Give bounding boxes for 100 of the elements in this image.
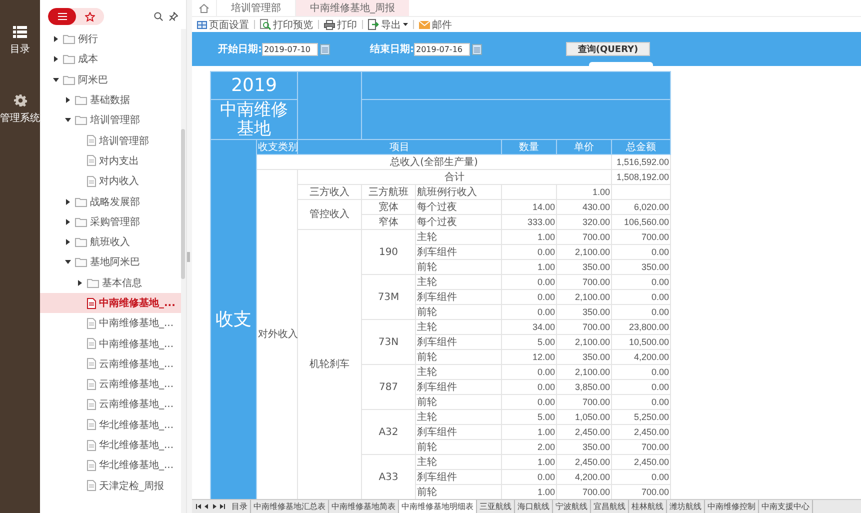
sheet-tab[interactable]: 中南维修基地汇总表	[251, 500, 329, 513]
column-header: 单价	[556, 140, 612, 154]
table-cell: 4,200.00	[612, 350, 671, 364]
table-cell: 350.00	[556, 260, 612, 274]
table-cell: 2,100.00	[556, 364, 612, 380]
collapse-handle[interactable]	[589, 62, 653, 66]
tree-file-item[interactable]: 中南维修基地_...	[40, 333, 181, 354]
table-cell: 700.00	[556, 274, 612, 290]
table-cell: 0.00	[612, 364, 671, 380]
table-cell: 0.00	[502, 394, 556, 410]
sheet-tab[interactable]: 中南维修基地简表	[329, 500, 399, 513]
splitter-grip[interactable]	[187, 252, 190, 262]
table-cell: 1.00	[502, 454, 556, 470]
document-icon	[87, 338, 96, 350]
tree-folder-item[interactable]: 采购管理部	[40, 212, 181, 232]
table-cell: 2,450.00	[612, 454, 671, 470]
sheet-tab[interactable]: 中南维修控制	[705, 500, 759, 513]
caret-down-icon	[65, 259, 71, 266]
tree-file-item[interactable]: 华北维修基地_...	[40, 414, 181, 435]
tree-file-item[interactable]: 培训管理部	[40, 130, 181, 151]
search-icon[interactable]	[154, 12, 163, 21]
caret-down-icon	[53, 76, 59, 83]
tree-file-item[interactable]: 对内支出	[40, 150, 181, 172]
tree-file-item[interactable]: 云南维修基地_...	[40, 354, 181, 374]
table-cell: 0.00	[612, 290, 671, 304]
sheet-tab[interactable]: 海口航线	[515, 500, 553, 513]
table-cell: 0.00	[502, 470, 556, 484]
sheet-tab[interactable]: 宁波航线	[553, 500, 591, 513]
caret-right-icon	[77, 280, 83, 286]
rail-item[interactable]: 目录	[10, 26, 30, 56]
tree-file-item[interactable]: 华北维修基地_...	[40, 455, 181, 476]
table-cell: 2,450.00	[612, 424, 671, 440]
table-cell: 106,560.00	[612, 214, 671, 230]
sheet-tab[interactable]: 潍坊航线	[667, 500, 705, 513]
tree-folder-item[interactable]: 阿米巴	[40, 70, 181, 90]
sheet-tab[interactable]: 中南维修基地明细表	[399, 500, 477, 513]
table-cell: 前轮	[416, 440, 502, 454]
tree-folder-item[interactable]: 战略发展部	[40, 191, 181, 212]
table-cell: 5.00	[502, 410, 556, 424]
tree-file-item[interactable]: 天津定检_周报	[40, 476, 181, 496]
document-icon	[87, 358, 96, 370]
toolbar-button[interactable]: 导出	[365, 18, 411, 32]
document-icon	[87, 398, 96, 410]
caret-right-icon	[65, 218, 71, 225]
tree-folder-item[interactable]: 航班收入	[40, 232, 181, 252]
table-cell: 1,508,192.00	[612, 170, 671, 184]
tree-folder-item[interactable]: 例行	[40, 29, 181, 50]
date-field[interactable]: 2019-07-10	[262, 42, 318, 56]
table-cell: 350.00	[612, 260, 671, 274]
table-cell: 刹车组件	[416, 470, 502, 484]
page-tab[interactable]: 中南维修基地_周报	[295, 0, 409, 16]
toolbar-button[interactable]: 打印预览	[257, 18, 316, 32]
skip-arrow-icon[interactable]	[196, 504, 201, 509]
column-header: 项目	[298, 140, 502, 154]
folder-icon	[75, 237, 87, 248]
printer-icon	[324, 20, 335, 30]
document-icon	[87, 155, 96, 166]
tree-file-item[interactable]: 云南维修基地_...	[40, 374, 181, 394]
sheet-tab[interactable]: 宜昌航线	[591, 500, 629, 513]
table-cell: 三方收入	[298, 184, 362, 200]
rail-item[interactable]: 管理系统	[0, 94, 40, 125]
tree-folder-item[interactable]: 基地阿米巴	[40, 252, 181, 273]
tree-folder-item[interactable]: 基础数据	[40, 90, 181, 110]
table-cell: 0.00	[502, 380, 556, 394]
sheet-tab[interactable]: 中南支援中心	[759, 500, 813, 513]
tree-folder-item[interactable]: 基本信息	[40, 272, 181, 293]
table-cell: 刹车组件	[416, 244, 502, 260]
table-cell: 1.00	[502, 230, 556, 244]
table-cell: 2,450.00	[556, 454, 612, 470]
tree-file-item[interactable]: 中南维修基地_...	[40, 313, 181, 334]
query-button[interactable]: 查询(QUERY)	[566, 42, 650, 56]
tree-folder-item[interactable]: 成本	[40, 49, 181, 70]
skip-arrow-icon[interactable]	[220, 504, 225, 509]
tree-folder-item[interactable]: 培训管理部	[40, 110, 181, 130]
document-icon	[87, 419, 96, 430]
export-icon	[368, 19, 379, 30]
table-cell: 1.00	[502, 260, 556, 274]
tree-file-item[interactable]: 对内收入	[40, 171, 181, 192]
toolbar-button[interactable]: 邮件	[416, 18, 455, 32]
table-cell: 2,450.00	[556, 424, 612, 440]
table-cell: 4,200.00	[556, 470, 612, 484]
pin-icon[interactable]	[169, 12, 178, 21]
document-icon	[87, 298, 96, 308]
toolbar-button[interactable]: 打印	[321, 18, 360, 32]
sheet-tab[interactable]: 三亚航线	[477, 500, 515, 513]
folder-icon	[75, 95, 87, 106]
date-field[interactable]: 2019-07-16	[414, 42, 470, 56]
tree-file-item[interactable]: 中南维修基地_...	[40, 292, 181, 314]
tree-file-item[interactable]: 云南维修基地_...	[40, 394, 181, 415]
table-cell: 1,516,592.00	[612, 154, 671, 170]
sheet-tab[interactable]: 桂林航线	[629, 500, 667, 513]
tree-file-item[interactable]: 华北维修基地_...	[40, 434, 181, 456]
folder-icon	[87, 278, 99, 288]
document-icon	[87, 378, 96, 390]
list-view-button[interactable]	[48, 8, 76, 25]
date-label: 开始日期:	[218, 42, 262, 56]
table-cell: 主轮	[416, 454, 502, 470]
document-icon	[87, 135, 96, 146]
table-cell: 10,500.00	[612, 334, 671, 350]
toolbar-button[interactable]: 页面设置	[194, 18, 252, 32]
